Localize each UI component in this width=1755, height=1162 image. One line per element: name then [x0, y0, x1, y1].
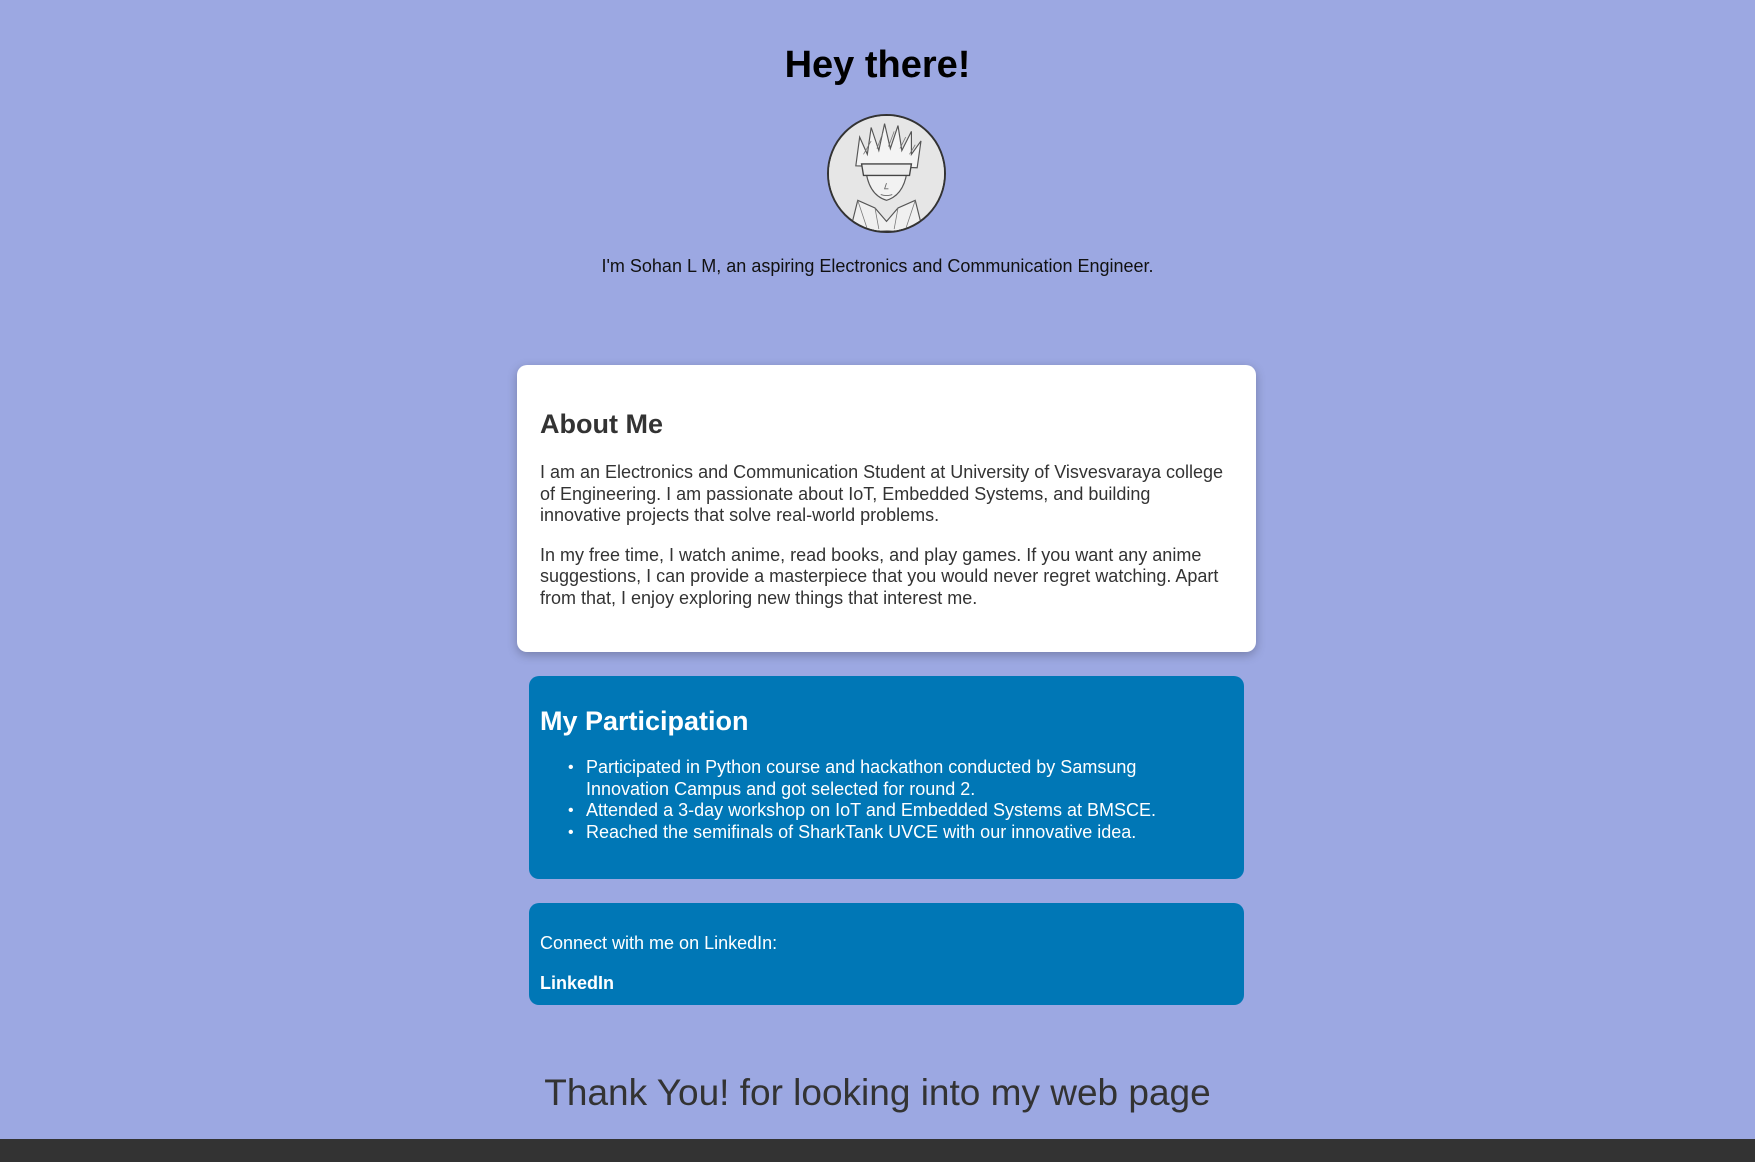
about-paragraph: I am an Electronics and Communication St…: [540, 462, 1223, 525]
thank-you-text: Thank You! for looking into my web page: [544, 1072, 1211, 1113]
linkedin-link[interactable]: LinkedIn: [540, 973, 614, 994]
about-card: About Me I am an Electronics and Communi…: [517, 365, 1256, 652]
about-heading: About Me: [540, 409, 663, 439]
avatar-sketch-icon: [829, 116, 944, 231]
list-item: • Attended a 3-day workshop on IoT and Em…: [568, 800, 1186, 822]
bullet-icon: •: [568, 802, 574, 819]
participation-heading: My Participation: [540, 706, 749, 736]
footer-bar: [0, 1139, 1755, 1162]
about-paragraph: In my free time, I watch anime, read boo…: [540, 544, 1219, 608]
participation-card: My Participation • Participated in Python…: [529, 676, 1244, 879]
connect-card: Connect with me on LinkedIn: LinkedIn: [529, 903, 1244, 1005]
profile-avatar: [827, 114, 946, 233]
bullet-icon: •: [568, 823, 574, 841]
participation-list: • Participated in Python course and hacka…: [540, 757, 1233, 843]
list-item: • Reached the semifinals of SharkTank UVC…: [568, 821, 1186, 844]
list-item-text: Participated in Python course and hackat…: [586, 757, 1137, 799]
bullet-icon: •: [568, 759, 574, 776]
list-item-text: Reached the semifinals of SharkTank UVCE…: [586, 821, 1137, 842]
page: Hey there! I'm Sohan L M, an aspiring El…: [0, 0, 1755, 1162]
connect-text: Connect with me on LinkedIn:: [540, 933, 778, 953]
intro-text: I'm Sohan L M, an aspiring Electronics a…: [601, 256, 1154, 276]
list-item: • Participated in Python course and hacka…: [568, 757, 1186, 800]
page-title: Hey there!: [784, 44, 971, 86]
list-item-text: Attended a 3-day workshop on IoT and Emb…: [586, 800, 1156, 820]
